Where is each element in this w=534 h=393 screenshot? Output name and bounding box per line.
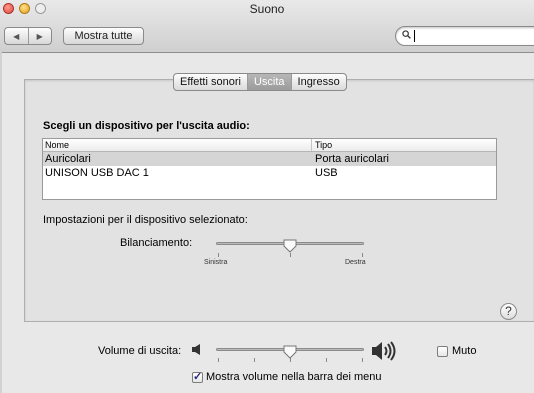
volume-tick — [326, 358, 327, 362]
volume-tick — [362, 358, 363, 362]
device-name: Auricolari — [45, 153, 91, 165]
speaker-low-icon[interactable] — [191, 343, 203, 356]
text-cursor — [414, 30, 415, 42]
output-volume-label: Volume di uscita: — [98, 345, 182, 357]
balance-slider-thumb[interactable] — [283, 239, 297, 253]
balance-left-label: Sinistra — [204, 259, 228, 266]
back-forward-control: ◀ ▶ — [4, 27, 52, 45]
column-header-type[interactable]: Tipo — [311, 139, 332, 151]
window-title: Suono — [249, 2, 285, 16]
mute-checkbox[interactable] — [437, 346, 448, 357]
column-header-name[interactable]: Nome — [45, 139, 69, 151]
balance-tick — [290, 253, 291, 257]
search-icon — [402, 30, 411, 39]
table-header: Nome Tipo — [43, 139, 496, 152]
window-edge — [0, 52, 2, 393]
balance-label: Bilanciamento: — [120, 237, 193, 249]
help-button[interactable]: ? — [500, 303, 517, 320]
table-row[interactable]: Auricolari Porta auricolari — [43, 152, 496, 166]
volume-tick — [254, 358, 255, 362]
back-arrow-icon[interactable]: ◀ — [5, 28, 29, 44]
device-table: Nome Tipo Auricolari Porta auricolari UN… — [42, 138, 497, 200]
output-panel — [24, 79, 534, 322]
device-type: USB — [315, 167, 338, 179]
device-settings-label: Impostazioni per il dispositivo selezion… — [43, 214, 248, 226]
device-type: Porta auricolari — [315, 153, 389, 165]
show-volume-menu-checkbox[interactable] — [192, 370, 203, 383]
balance-tick — [218, 253, 219, 257]
show-all-button[interactable]: Mostra tutte — [63, 27, 144, 45]
volume-tick — [218, 358, 219, 362]
speaker-high-icon[interactable] — [371, 341, 399, 361]
tab-input[interactable]: Ingresso — [292, 74, 346, 90]
forward-arrow-icon[interactable]: ▶ — [29, 28, 52, 44]
show-volume-menu-label: Mostra volume nella barra dei menu — [206, 371, 382, 383]
toolbar: Suono ◀ ▶ Mostra tutte — [0, 0, 534, 53]
search-input[interactable] — [395, 26, 534, 46]
tab-sound-effects[interactable]: Effetti sonori — [174, 74, 248, 90]
balance-tick — [362, 253, 363, 257]
tab-bar: Effetti sonori Uscita Ingresso — [173, 73, 347, 91]
output-section-title: Scegli un dispositivo per l'uscita audio… — [43, 120, 250, 132]
system-preferences-window: Suono ◀ ▶ Mostra tutte Effetti sonori Us… — [0, 0, 534, 393]
tab-output[interactable]: Uscita — [247, 74, 292, 90]
mute-label: Muto — [452, 345, 477, 357]
device-name: UNISON USB DAC 1 — [45, 167, 149, 179]
table-row[interactable]: UNISON USB DAC 1 USB — [43, 166, 496, 180]
volume-slider-thumb[interactable] — [283, 345, 297, 359]
balance-right-label: Destra — [345, 259, 366, 266]
